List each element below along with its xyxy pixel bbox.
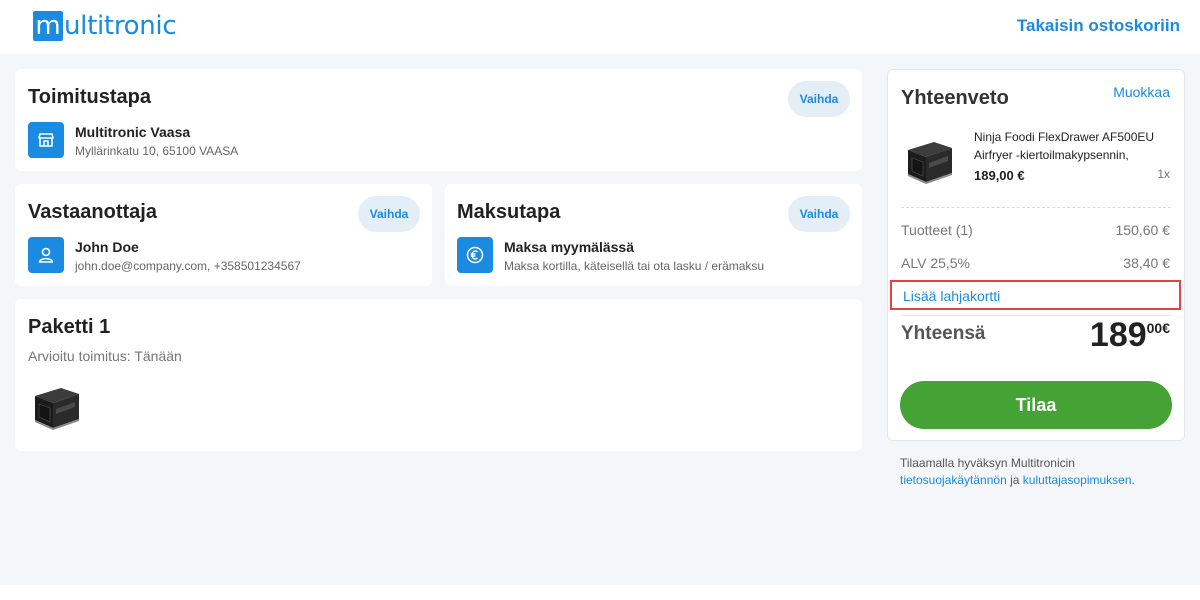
terms-text: Tilaamalla hyväksyn Multitronicin (900, 456, 1075, 470)
user-icon (28, 237, 64, 273)
page-footer-strip (0, 585, 1200, 600)
recipient-card: Vastaanottaja Vaihda John Doe john.doe@c… (15, 184, 432, 286)
recipient-title: Vastaanottaja (28, 201, 157, 223)
product-quantity: 1x (1157, 167, 1170, 181)
multitronic-logo[interactable]: m ultitronic (33, 10, 177, 42)
total-amount-decimals: 00€ (1146, 320, 1170, 336)
package-product-image (27, 376, 85, 434)
product-thumbnail (900, 130, 958, 188)
summary-title: Yhteenveto (901, 87, 1009, 109)
total-amount-integer: 189 (1089, 316, 1147, 354)
delivery-method-title: Toimitustapa (28, 86, 151, 108)
product-name: Ninja Foodi FlexDrawer AF500EU Airfryer … (974, 130, 1155, 162)
edit-cart-link[interactable]: Muokkaa (1113, 84, 1170, 100)
order-summary-card: Yhteenveto Muokkaa Ninja Foodi FlexDrawe… (887, 69, 1185, 441)
summary-divider (901, 207, 1171, 208)
add-gift-card-link[interactable]: Lisää lahjakortti (903, 288, 1000, 304)
total-label: Yhteensä (901, 323, 986, 344)
recipient-contact: john.doe@company.com, +358501234567 (75, 259, 301, 273)
payment-method-card: Maksutapa Vaihda Maksa myymälässä Maksa … (445, 184, 862, 286)
delivery-estimate: Arvioitu toimitus: Tänään (28, 348, 182, 364)
recipient-name: John Doe (75, 239, 139, 255)
store-icon (28, 122, 64, 158)
gift-card-highlight: Lisää lahjakortti (890, 280, 1181, 310)
payment-method-name: Maksa myymälässä (504, 239, 634, 255)
products-subtotal-label: Tuotteet (1) (901, 222, 973, 238)
euro-icon (457, 237, 493, 273)
package-title: Paketti 1 (28, 316, 111, 338)
back-to-cart-link[interactable]: Takaisin ostoskoriin (1017, 16, 1180, 36)
delivery-method-card: Toimitustapa Vaihda Multitronic Vaasa My… (15, 69, 862, 171)
package-card: Paketti 1 Arvioitu toimitus: Tänään (15, 299, 862, 451)
vat-value: 38,40 € (1123, 255, 1170, 271)
store-name: Multitronic Vaasa (75, 124, 191, 140)
change-delivery-button[interactable]: Vaihda (788, 81, 850, 117)
privacy-policy-link[interactable]: tietosuojakäytännön (900, 473, 1007, 487)
payment-method-description: Maksa kortilla, käteisellä tai ota lasku… (504, 259, 765, 273)
terms-notice: Tilaamalla hyväksyn Multitronicin tietos… (900, 455, 1190, 489)
store-address: Myllärinkatu 10, 65100 VAASA (75, 144, 239, 158)
products-subtotal-value: 150,60 € (1115, 222, 1171, 238)
change-payment-button[interactable]: Vaihda (788, 196, 850, 232)
logo-text: ultitronic (64, 11, 177, 41)
consumer-agreement-link[interactable]: kuluttajasopimuksen. (1023, 473, 1135, 487)
total-amount: 189 00€ (1090, 315, 1170, 355)
payment-method-title: Maksutapa (457, 201, 561, 223)
change-recipient-button[interactable]: Vaihda (358, 196, 420, 232)
site-header: m ultitronic Takaisin ostoskoriin (0, 0, 1200, 54)
vat-label: ALV 25,5% (901, 255, 971, 271)
product-price: 189,00 € (974, 168, 1025, 183)
terms-and: ja (1010, 473, 1020, 487)
logo-m-box: m (33, 11, 63, 41)
place-order-button[interactable]: Tilaa (900, 381, 1172, 429)
